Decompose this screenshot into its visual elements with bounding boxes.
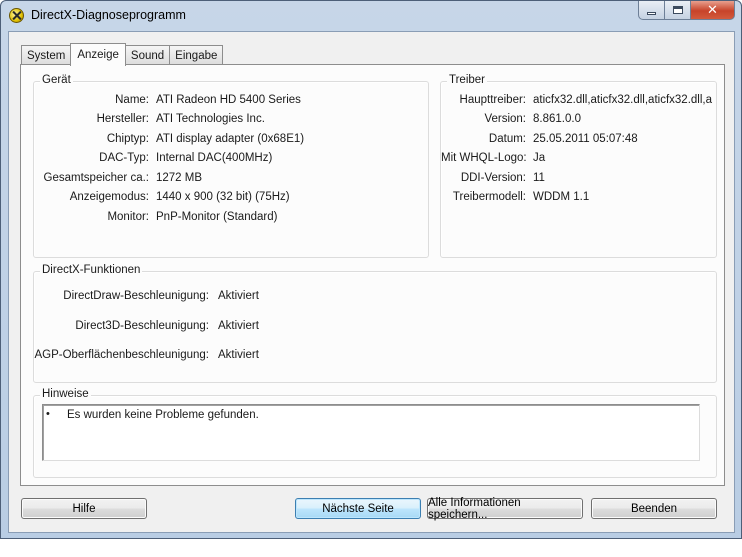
directx-icon [9,8,24,23]
device-row: Anzeigemodus: 1440 x 900 (32 bit) (75Hz) [34,191,428,205]
dxdiag-window: DirectX-Diagnoseprogramm ✕ System Anzeig… [0,0,742,539]
driver-version-value: 8.861.0.0 [533,113,581,125]
driver-ddi-label: DDI-Version: [460,172,526,184]
minimize-button[interactable] [638,1,665,20]
tab-sound[interactable]: Sound [124,45,171,65]
tab-label: Eingabe [175,49,218,62]
agp-value: Aktiviert [218,349,259,361]
driver-main-label: Haupttreiber: [459,94,526,106]
device-dac-label: DAC-Typ: [99,152,149,164]
device-memory-value: 1272 MB [156,172,203,184]
driver-main-value: aticfx32.dll,aticfx32.dll,aticfx32.dll,a [533,94,712,106]
device-name-value: ATI Radeon HD 5400 Series [156,94,301,106]
device-row: Hersteller: ATI Technologies Inc. [34,113,428,127]
device-row: Gesamtspeicher ca.: 1272 MB [34,172,428,186]
driver-whql-label: Mit WHQL-Logo: [441,152,527,164]
exit-button[interactable]: Beenden [591,498,717,519]
direct3d-value: Aktiviert [218,320,259,332]
device-monitor-value: PnP-Monitor (Standard) [156,211,278,223]
driver-row: Version: 8.861.0.0 [441,113,716,127]
maximize-button[interactable] [665,1,691,20]
device-row: Chiptyp: ATI display adapter (0x68E1) [34,133,428,147]
directdraw-value: Aktiviert [218,290,259,302]
tab-system[interactable]: System [21,45,72,65]
tab-eingabe[interactable]: Eingabe [169,45,224,65]
directdraw-label: DirectDraw-Beschleunigung: [63,290,209,302]
maximize-icon [672,6,683,14]
device-memory-label: Gesamtspeicher ca.: [43,172,149,184]
driver-group: Treiber Haupttreiber: aticfx32.dll,aticf… [440,74,717,258]
feature-row: Direct3D-Beschleunigung: Aktiviert [34,320,716,334]
device-chiptype-value: ATI display adapter (0x68E1) [156,133,305,145]
device-row: Name: ATI Radeon HD 5400 Series [34,94,428,108]
driver-whql-value: Ja [533,152,546,164]
device-displaymode-label: Anzeigemodus: [69,191,149,203]
device-group: Gerät Name: ATI Radeon HD 5400 Series He… [33,74,429,258]
feature-row: AGP-Oberflächenbeschleunigung: Aktiviert [34,349,716,363]
driver-date-label: Datum: [488,133,526,145]
notes-group-title: Hinweise [40,388,91,400]
driver-row: Haupttreiber: aticfx32.dll,aticfx32.dll,… [441,94,716,108]
driver-model-label: Treibermodell: [452,191,526,203]
help-button-label: Hilfe [72,502,96,515]
device-row: DAC-Typ: Internal DAC(400MHz) [34,152,428,166]
device-dac-value: Internal DAC(400MHz) [156,152,273,164]
tab-strip: System Anzeige Sound Eingabe [21,43,224,66]
note-item: Es wurden keine Probleme gefunden. [67,409,259,421]
driver-ddi-value: 11 [533,172,545,184]
driver-row: Datum: 25.05.2011 05:07:48 [441,133,716,147]
device-displaymode-value: 1440 x 900 (32 bit) (75Hz) [156,191,290,203]
driver-version-label: Version: [484,113,526,125]
features-group-title: DirectX-Funktionen [40,264,143,276]
tab-anzeige[interactable]: Anzeige [70,43,126,66]
driver-row: Treibermodell: WDDM 1.1 [441,191,716,205]
direct3d-label: Direct3D-Beschleunigung: [75,320,209,332]
save-all-info-button-label: Alle Informationen speichern... [428,496,521,521]
title-bar[interactable]: DirectX-Diagnoseprogramm ✕ [1,1,741,31]
device-row: Monitor: PnP-Monitor (Standard) [34,211,428,225]
driver-model-value: WDDM 1.1 [533,191,590,203]
agp-label: AGP-Oberflächenbeschleunigung: [34,349,209,361]
device-manufacturer-label: Hersteller: [96,113,149,125]
directx-features-group: DirectX-Funktionen DirectDraw-Beschleuni… [33,264,717,383]
tab-panel-anzeige: Gerät Name: ATI Radeon HD 5400 Series He… [20,64,725,486]
device-group-title: Gerät [40,74,73,86]
client-area: System Anzeige Sound Eingabe Gerät Name:… [8,31,735,533]
next-page-button[interactable]: Nächste Seite [295,498,421,519]
close-button[interactable]: ✕ [691,1,735,20]
exit-button-label: Beenden [630,502,678,515]
minimize-icon [647,11,656,15]
device-monitor-label: Monitor: [107,211,149,223]
notes-textbox[interactable]: • Es wurden keine Probleme gefunden. [42,404,700,461]
driver-row: DDI-Version: 11 [441,172,716,186]
driver-row: Mit WHQL-Logo: Ja [441,152,716,166]
tab-label: Anzeige [77,49,119,61]
bullet-icon: • [46,408,50,420]
next-page-button-label: Nächste Seite [322,502,394,515]
close-icon: ✕ [707,2,718,17]
device-manufacturer-value: ATI Technologies Inc. [156,113,265,125]
tab-label: Sound [130,49,165,62]
device-name-label: Name: [115,94,149,106]
feature-row: DirectDraw-Beschleunigung: Aktiviert [34,290,716,304]
help-button[interactable]: Hilfe [21,498,147,519]
driver-group-title: Treiber [447,74,487,86]
device-chiptype-label: Chiptyp: [106,133,149,145]
save-all-info-button[interactable]: Alle Informationen speichern... [427,496,583,521]
tab-label: System [27,49,66,62]
caption-buttons: ✕ [638,1,735,20]
driver-date-value: 25.05.2011 05:07:48 [533,133,638,145]
window-title: DirectX-Diagnoseprogramm [31,8,186,22]
